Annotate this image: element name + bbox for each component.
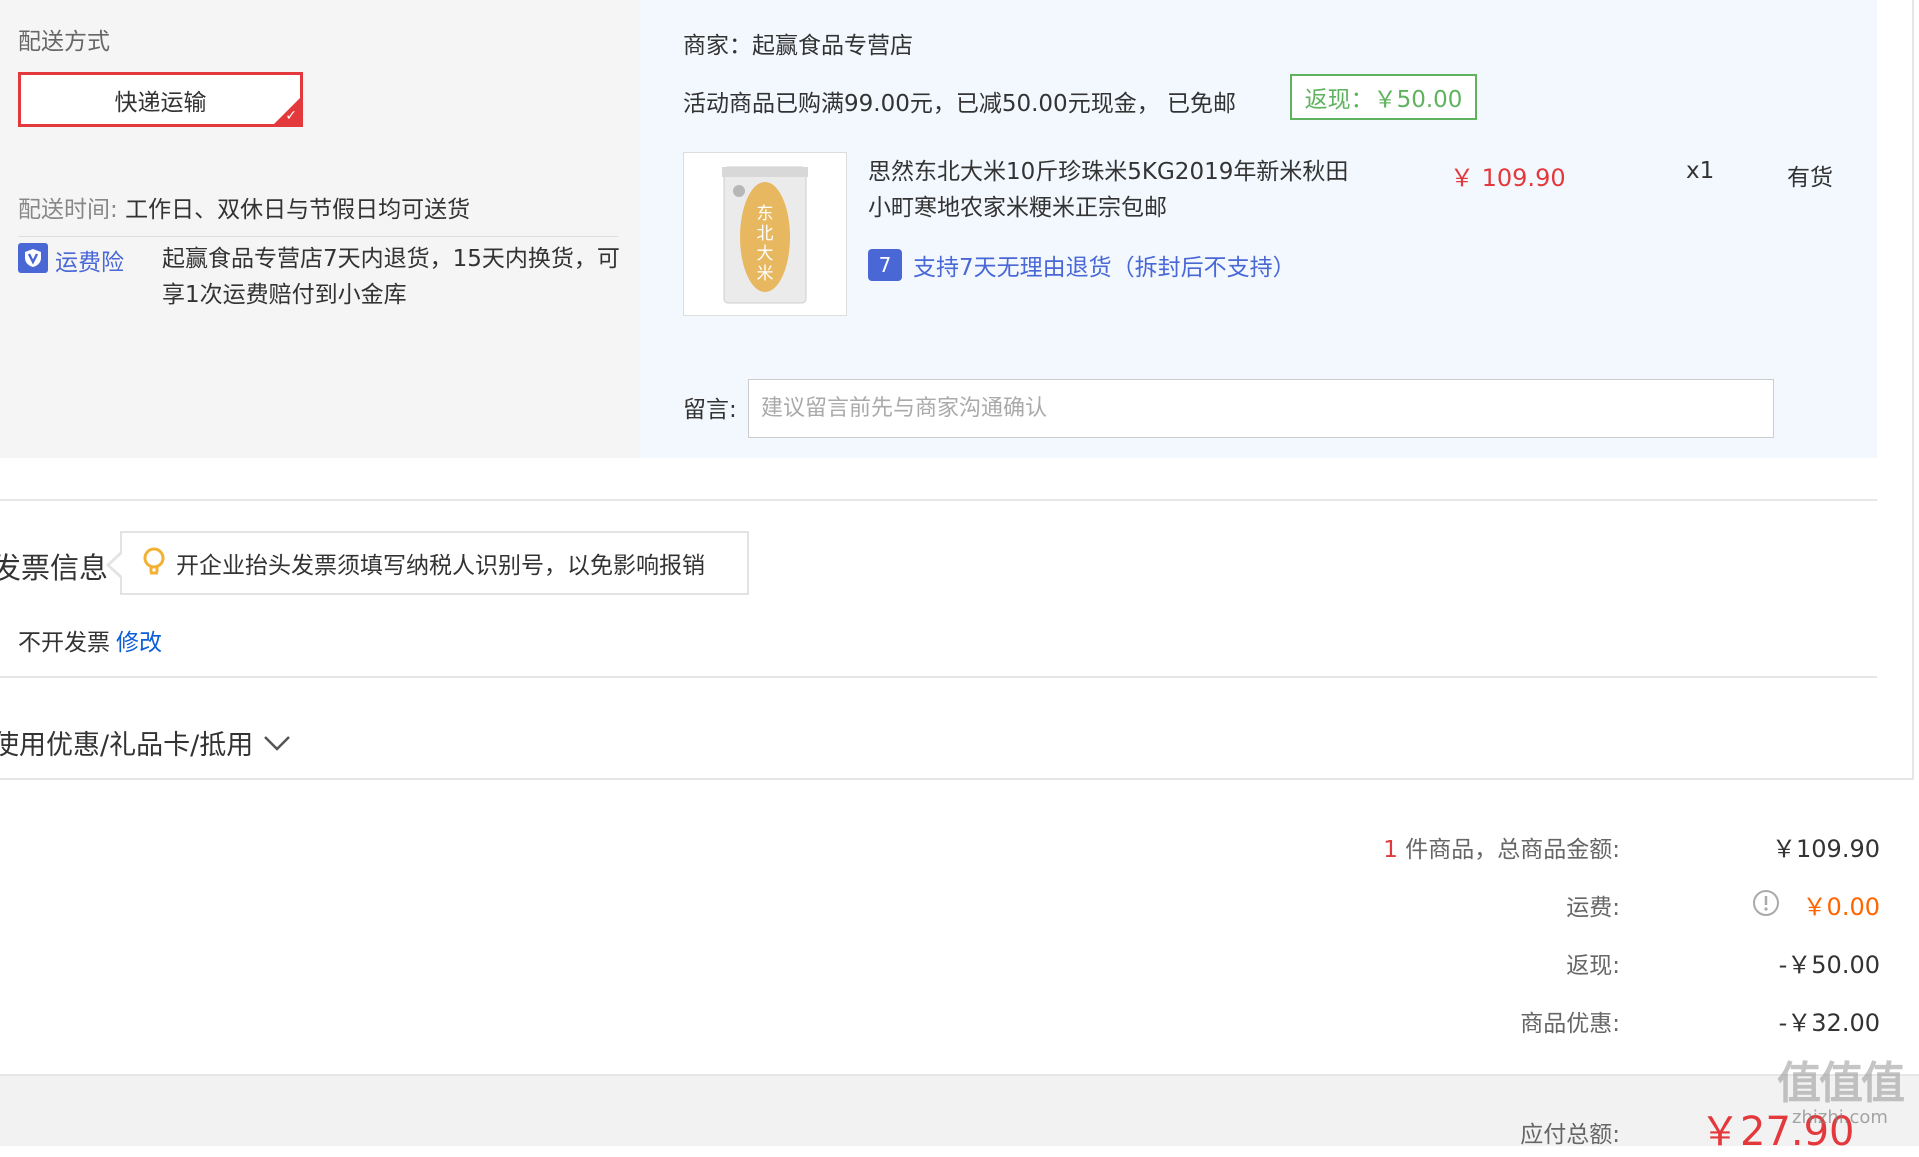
delivery-section-label: 配送方式 bbox=[18, 29, 110, 55]
shipping-method-label: 快递运输 bbox=[114, 89, 207, 116]
svg-text:大: 大 bbox=[757, 244, 774, 264]
right-border bbox=[1912, 0, 1914, 780]
invoice-edit-link[interactable]: 修改 bbox=[116, 630, 162, 656]
watermark-logo: 值值值 zhizhi.com bbox=[1765, 1060, 1915, 1144]
shipping-fee-value: ￥0.00 bbox=[1802, 893, 1880, 921]
summary-items-label: 1 件商品，总商品金额: bbox=[1060, 830, 1620, 864]
promotion-text: 活动商品已购满99.00元，已减50.00元现金， 已免邮 bbox=[683, 91, 1236, 117]
return-7day-icon: 7 bbox=[868, 249, 902, 281]
divider bbox=[18, 236, 618, 237]
product-image[interactable]: 东 北 大 米 bbox=[683, 152, 847, 316]
product-price: ￥ 109.90 bbox=[1450, 164, 1566, 192]
rice-bag-image: 东 北 大 米 bbox=[722, 166, 808, 304]
coupon-toggle[interactable]: 使用优惠/礼品卡/抵用 bbox=[0, 723, 291, 762]
invoice-tip-text: 开企业抬头发票须填写纳税人识别号，以免影响报销 bbox=[176, 553, 705, 579]
invoice-tip-box: 开企业抬头发票须填写纳税人识别号，以免影响报销 bbox=[106, 531, 749, 595]
svg-text:米: 米 bbox=[757, 264, 774, 284]
shipping-insurance-label: 运费险 bbox=[55, 250, 124, 276]
lightbulb-icon bbox=[143, 547, 165, 575]
divider bbox=[0, 778, 1914, 780]
message-label: 留言: bbox=[683, 397, 737, 423]
cashback-badge: 返现：￥50.00 bbox=[1290, 74, 1477, 120]
invoice-status: 不开发票 修改 bbox=[18, 623, 162, 657]
product-title[interactable]: 思然东北大米10斤珍珠米5KG2019年新米秋田小町寒地农家米粳米正宗包邮 bbox=[868, 154, 1368, 226]
coupon-label: 使用优惠/礼品卡/抵用 bbox=[0, 730, 254, 761]
delivery-panel bbox=[0, 0, 640, 458]
seller-name: 商家：起赢食品专营店 bbox=[683, 33, 913, 59]
svg-text:东: 东 bbox=[757, 204, 774, 224]
shipping-method-option[interactable]: 快递运输 ✓ bbox=[18, 72, 303, 127]
invoice-status-value: 不开发票 bbox=[18, 630, 110, 656]
cashback-label: 返现: bbox=[1566, 953, 1620, 979]
discount-value: -￥32.00 bbox=[1778, 1009, 1880, 1037]
shipping-fee-label: 运费: bbox=[1566, 895, 1620, 921]
items-total-label: 件商品，总商品金额: bbox=[1405, 837, 1620, 863]
discount-label: 商品优惠: bbox=[1520, 1011, 1620, 1037]
items-total-value: ￥109.90 bbox=[1772, 835, 1880, 863]
shield-icon bbox=[18, 243, 48, 273]
watermark-brand: 值值值 bbox=[1777, 1058, 1905, 1109]
cashback-value: -￥50.00 bbox=[1778, 951, 1880, 979]
divider bbox=[0, 676, 1877, 678]
tip-arrow-inner bbox=[110, 553, 123, 577]
return-policy: 支持7天无理由退货（拆封后不支持） bbox=[913, 255, 1296, 281]
chevron-down-icon bbox=[264, 735, 291, 751]
watermark-site: zhizhi.com bbox=[1792, 1107, 1888, 1128]
product-quantity: x1 bbox=[1686, 158, 1715, 184]
delivery-time-label: 配送时间: bbox=[18, 197, 118, 223]
svg-text:北: 北 bbox=[757, 224, 774, 244]
message-input[interactable] bbox=[748, 379, 1774, 438]
stock-status: 有货 bbox=[1787, 165, 1833, 191]
check-icon: ✓ bbox=[285, 108, 297, 124]
shipping-insurance-desc: 起赢食品专营店7天内退货，15天内换货，可享1次运费赔付到小金库 bbox=[162, 246, 620, 308]
divider bbox=[0, 499, 1877, 501]
total-bar bbox=[0, 1074, 1919, 1146]
delivery-time: 配送时间: 工作日、双休日与节假日均可送货 bbox=[18, 190, 470, 224]
invoice-section-title: 发票信息 bbox=[0, 551, 109, 585]
item-count: 1 bbox=[1383, 837, 1398, 863]
delivery-time-value: 工作日、双休日与节假日均可送货 bbox=[125, 197, 471, 223]
